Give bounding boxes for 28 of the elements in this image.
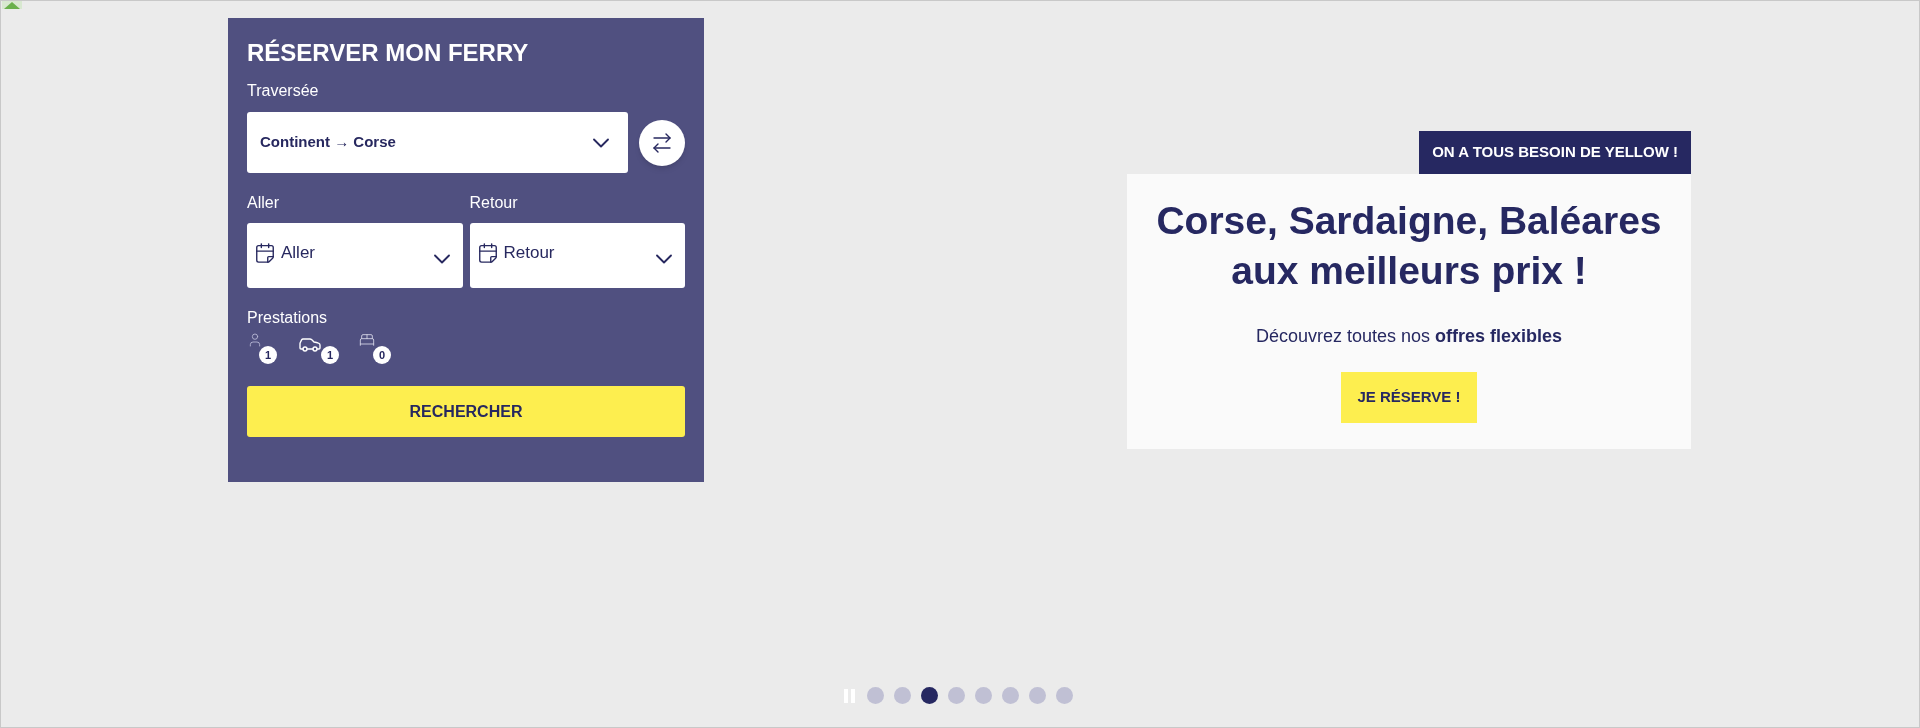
date-field[interactable]: Retour xyxy=(469,223,685,288)
calendar-icon xyxy=(254,242,276,264)
swap-button[interactable] xyxy=(639,119,685,166)
promo-heading: Corse, Sardaigne, Baléares xyxy=(1156,198,1662,244)
promo-subtitle: Découvrez toutes nos offres flexibles xyxy=(1255,325,1563,348)
person-icon xyxy=(247,332,263,348)
count-badge: 1 xyxy=(321,346,339,364)
promo-tag: ON A TOUS BESOIN DE YELLOW ! xyxy=(1419,131,1691,174)
service-button[interactable]: 0 xyxy=(357,332,391,364)
calendar-icon xyxy=(476,242,499,264)
promo-heading: aux meilleurs prix ! xyxy=(1231,248,1587,294)
service-button[interactable]: 1 xyxy=(295,332,339,364)
date-input[interactable]: Aller xyxy=(281,240,401,266)
bed-icon xyxy=(357,332,377,348)
field-label: Traversée xyxy=(247,81,320,101)
field-label: Prestations xyxy=(247,308,329,328)
route-select[interactable]: Continent → Corse xyxy=(247,112,629,173)
date-input[interactable]: Retour xyxy=(503,240,624,266)
count-badge: 0 xyxy=(373,346,391,364)
count-badge: 1 xyxy=(259,346,277,364)
service-button[interactable]: 1 xyxy=(247,332,277,364)
panel-title: RÉSERVER MON FERRY xyxy=(247,38,530,68)
field-label: Aller xyxy=(247,193,280,213)
date-field[interactable]: Aller xyxy=(247,223,463,288)
search-button[interactable]: RECHERCHER xyxy=(247,386,685,437)
reserve-button[interactable]: JE RÉSERVE ! xyxy=(1341,372,1477,423)
field-label: Retour xyxy=(469,193,519,213)
broken-image-icon xyxy=(2,1,22,9)
